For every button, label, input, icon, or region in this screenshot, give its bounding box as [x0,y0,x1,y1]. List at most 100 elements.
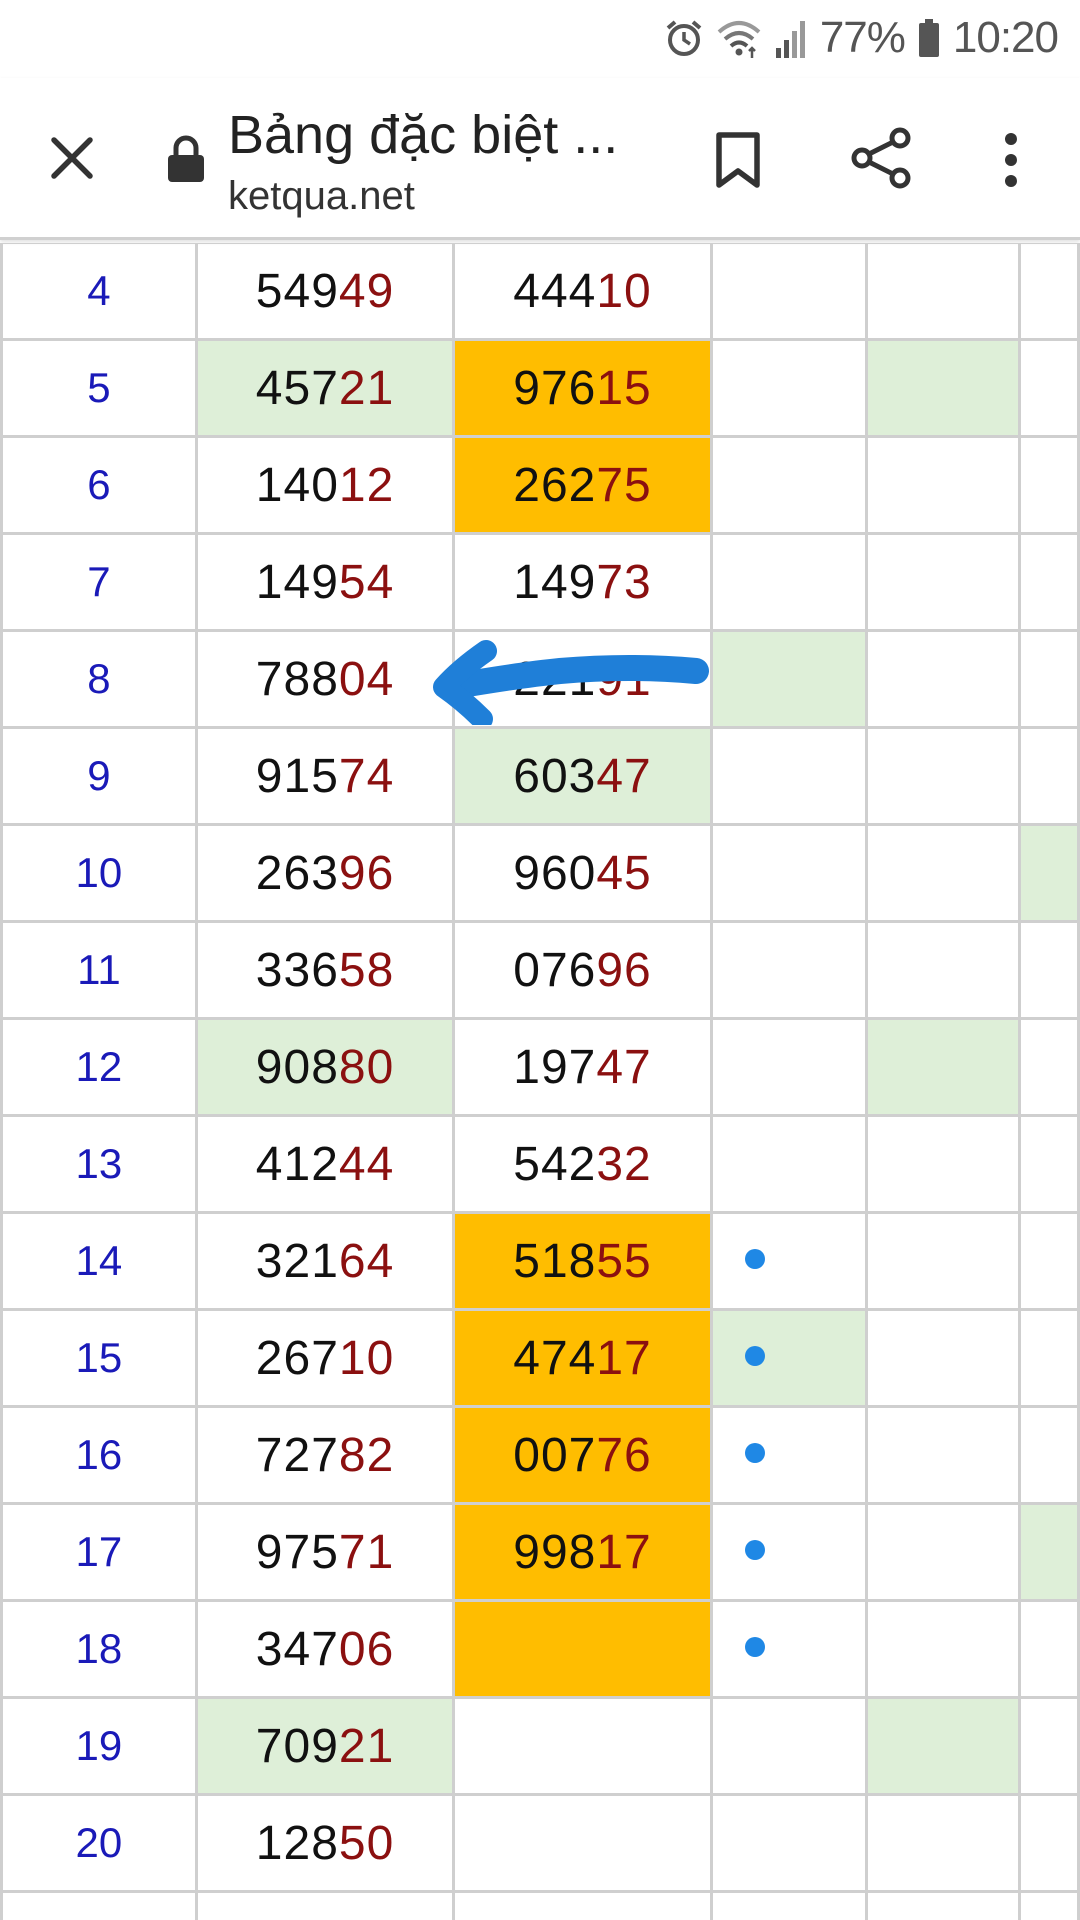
number-tail: 45 [596,846,652,900]
number-tail: 17 [596,1331,652,1385]
number-prefix: 709 [255,1719,339,1773]
bookmark-icon [716,132,760,188]
empty-cell [864,1308,1022,1408]
table-row: 14 32164 51855 [0,1211,1080,1311]
marker-cell [709,726,868,826]
empty-cell [864,532,1022,632]
number-cell: 54949 [194,243,456,341]
number-cell: 41244 [194,1114,456,1214]
day-cell: 5 [0,338,198,438]
share-button[interactable] [842,118,922,198]
number-prefix: 474 [513,1331,597,1385]
marker-cell [709,1599,868,1699]
table-row: 20 12850 [0,1793,1080,1893]
number-cell: 34706 [194,1599,456,1699]
day-cell: 15 [0,1308,198,1408]
marker-cell [709,1696,868,1796]
number-prefix: 542 [513,1137,597,1191]
empty-cell [1018,726,1080,826]
day-cell: 11 [0,920,198,1020]
day-cell: 19 [0,1696,198,1796]
number-tail: 17 [596,1525,652,1579]
empty-cell [864,435,1022,535]
number-prefix: 549 [255,264,339,318]
day-cell: 13 [0,1114,198,1214]
number-tail: 47 [596,1040,652,1094]
number-cell: 44410 [452,243,713,341]
day-cell: 12 [0,1017,198,1117]
number-prefix: 267 [255,1331,339,1385]
number-tail: 73 [596,555,652,609]
empty-cell [1018,629,1080,729]
number-cell: 14973 [452,532,713,632]
number-tail: 55 [596,1234,652,1288]
day-cell: 14 [0,1211,198,1311]
number-cell: 26710 [194,1308,456,1408]
marker-cell [709,823,868,923]
number-cell: 26275 [452,435,713,535]
page-url[interactable]: ketqua.net [228,174,415,219]
number-tail: 49 [338,264,395,318]
number-prefix: 076 [513,943,597,997]
empty-cell [864,1599,1022,1699]
close-icon [51,137,93,179]
bookmark-button[interactable] [700,122,776,198]
number-cell: 97571 [194,1502,456,1602]
empty-cell [1018,1405,1080,1505]
table-row: 17 97571 99817 [0,1502,1080,1602]
number-prefix: 915 [255,749,339,803]
number-cell: 07696 [452,920,713,1020]
marker-cell [709,532,868,632]
alarm-icon [664,18,704,58]
empty-cell [864,1793,1022,1893]
empty-cell [864,1696,1022,1796]
number-cell: 90880 [194,1017,456,1117]
table-row: 6 14012 26275 [0,435,1080,535]
number-tail: 10 [338,1331,395,1385]
number-tail: 96 [596,943,652,997]
number-cell [194,1890,456,1920]
empty-cell [864,726,1022,826]
empty-cell [864,1502,1022,1602]
number-tail: 15 [596,361,652,415]
empty-cell [864,1017,1022,1117]
number-prefix: 007 [513,1428,597,1482]
number-tail: 21 [338,1719,395,1773]
number-cell: 51855 [452,1211,713,1311]
status-icons: 77% 10:20 [664,12,1059,64]
empty-cell [1018,243,1080,341]
empty-cell [864,823,1022,923]
empty-cell [864,1890,1022,1920]
number-prefix: 998 [513,1525,597,1579]
number-cell [452,1890,713,1920]
day-cell: 7 [0,532,198,632]
number-prefix: 788 [255,652,339,706]
lock-icon[interactable] [166,134,206,184]
number-prefix: 412 [255,1137,339,1191]
more-options-button[interactable] [986,122,1036,198]
wifi-icon [716,18,762,58]
status-bar: 77% 10:20 [0,0,1080,78]
marker-cell [709,1405,868,1505]
number-prefix: 518 [513,1234,597,1288]
number-cell: 33658 [194,920,456,1020]
number-cell: 19747 [452,1017,713,1117]
empty-cell [1018,1793,1080,1893]
table-row: 15 26710 47417 [0,1308,1080,1408]
empty-cell [864,1114,1022,1214]
close-button[interactable] [36,122,108,194]
table-row: 9 91574 60347 [0,726,1080,826]
number-tail: 96 [338,846,395,900]
day-cell: 16 [0,1405,198,1505]
day-cell: 4 [0,243,198,341]
number-prefix: 262 [513,458,597,512]
number-prefix: 149 [513,555,597,609]
number-tail: 82 [338,1428,395,1482]
number-tail: 75 [596,458,652,512]
number-cell: 99817 [452,1502,713,1602]
number-prefix: 197 [513,1040,597,1094]
marker-cell [709,1793,868,1893]
day-cell: 6 [0,435,198,535]
number-cell: 97615 [452,338,713,438]
results-table-container[interactable]: 4 54949 44410 5 45721 97615 6 14012 26275 7 14954 1… [0,243,1080,1920]
